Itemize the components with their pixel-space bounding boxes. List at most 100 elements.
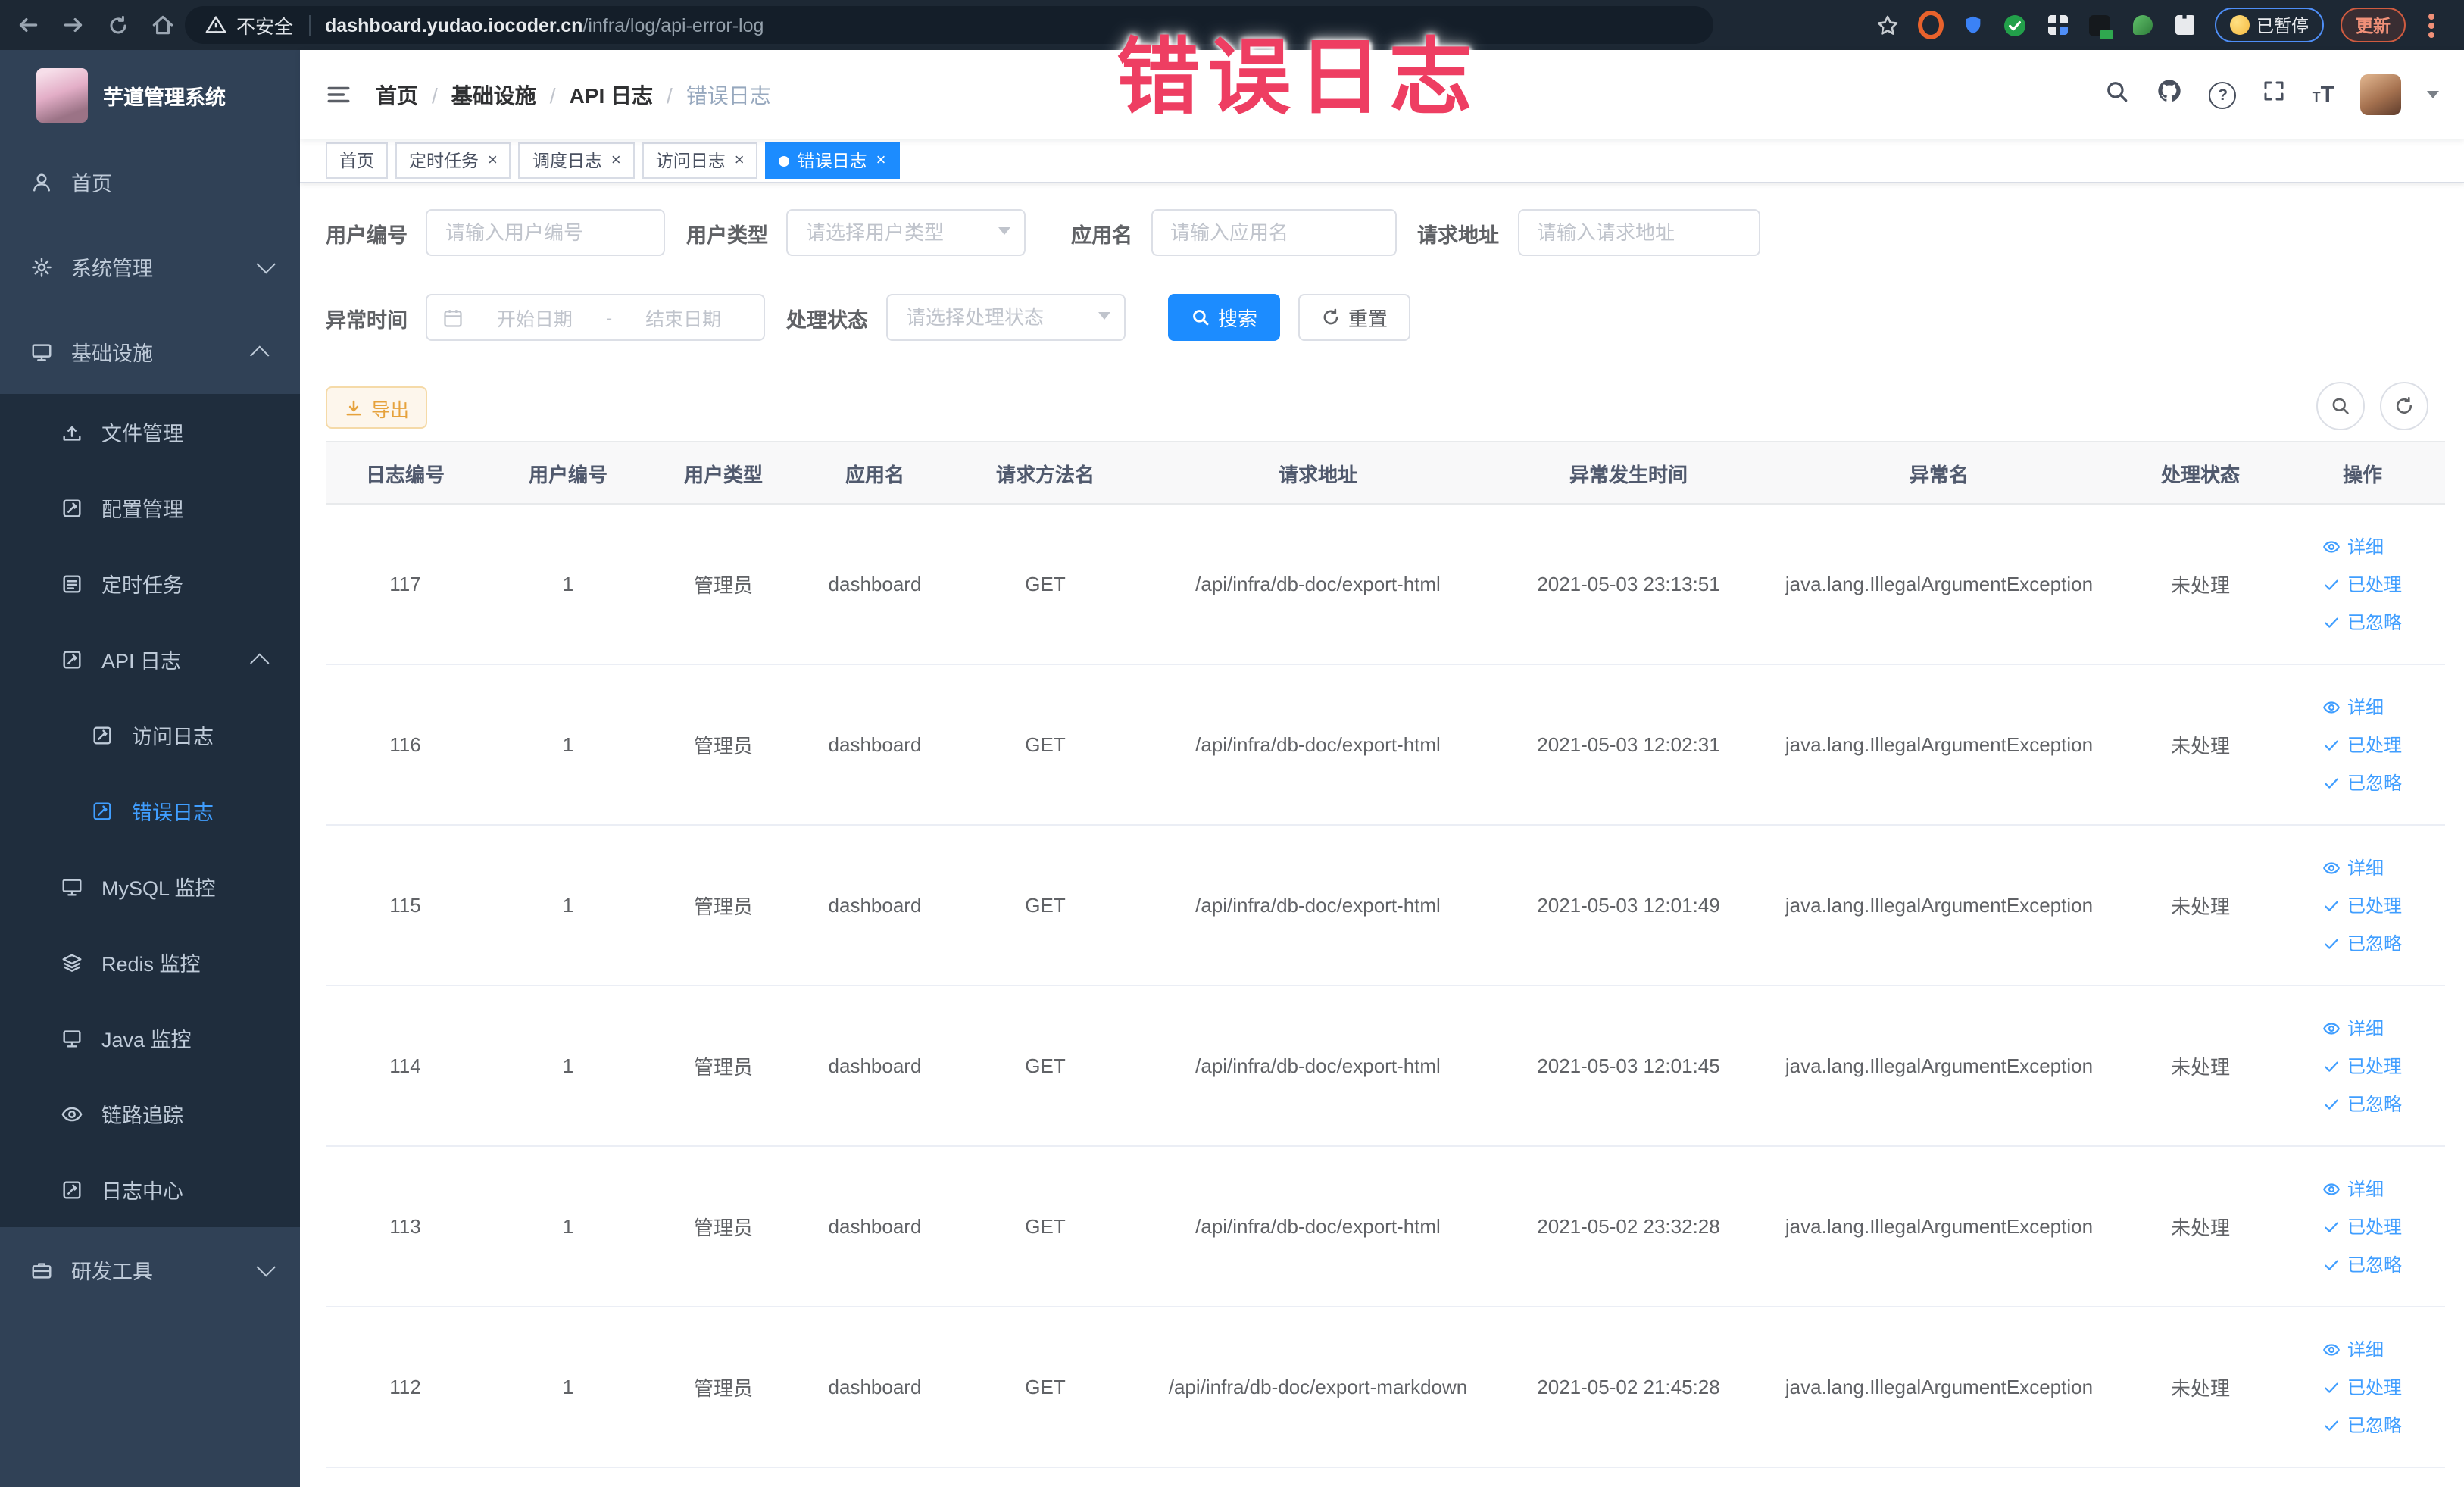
app-logo[interactable]: 芋道管理系统 [0,50,300,139]
row-action-processed[interactable]: 已处理 [2323,892,2402,918]
extensions-puzzle-icon[interactable] [2172,12,2197,38]
sidebar-item-job[interactable]: 定时任务 [0,545,300,621]
extension-on-icon[interactable] [2087,12,2113,39]
app-name-input[interactable] [1151,209,1396,256]
calendar-icon [442,307,464,328]
extension-check-icon[interactable] [2002,12,2028,38]
browser-menu-icon[interactable] [2428,22,2434,28]
update-button[interactable]: 更新 [2341,8,2406,42]
user-id-cell: 1 [485,664,651,826]
reload-icon[interactable] [106,13,130,37]
row-action-processed[interactable]: 已处理 [2323,1214,2402,1239]
row-action-detail[interactable]: 详细 [2323,533,2384,559]
sidebar-item-trace[interactable]: 链路追踪 [0,1076,300,1151]
tab-调度日志[interactable]: 调度日志 × [518,142,635,179]
tab-首页[interactable]: 首页 [326,142,388,179]
extension-grid-icon[interactable] [2044,12,2070,38]
font-size-icon[interactable]: TT [2313,83,2334,106]
sidebar-item-mysql[interactable]: MySQL 监控 [0,848,300,924]
close-icon[interactable]: × [876,152,886,169]
help-icon[interactable]: ? [2209,81,2237,108]
sidebar-item-system[interactable]: 系统管理 [0,224,300,309]
breadcrumb-item[interactable]: 基础设施 [451,80,536,110]
row-action-detail[interactable]: 详细 [2323,1176,2384,1201]
sidebar-item-error-log[interactable]: 错误日志 [0,773,300,848]
end-date-placeholder: 结束日期 [645,309,722,330]
search-toggle-button[interactable] [2316,382,2365,430]
export-button[interactable]: 导出 [326,386,428,429]
actions-cell: 详细 已处理 已忽略 [2280,1146,2445,1307]
tab-访问日志[interactable]: 访问日志 × [642,142,758,179]
sidebar-item-file[interactable]: 文件管理 [0,394,300,470]
user-type-cell: 管理员 [651,986,795,1147]
tags-view: 首页 定时任务 × 调度日志 × 访问日志 × 错误日志 × [300,139,2464,183]
user-type-select[interactable] [786,209,1026,256]
sidebar-item-access-log[interactable]: 访问日志 [0,697,300,773]
sidebar-item-label: Redis 监控 [101,953,201,976]
row-action-ignored[interactable]: 已忽略 [2323,770,2402,795]
sidebar-item-config[interactable]: 配置管理 [0,470,300,545]
close-icon[interactable]: × [488,152,498,169]
request-url-input[interactable] [1517,209,1760,256]
user-id-input[interactable] [426,209,665,256]
extension-plant-icon[interactable] [2129,12,2155,38]
sidebar-item-label: 访问日志 [132,726,214,748]
row-action-ignored[interactable]: 已忽略 [2323,609,2402,635]
sidebar-item-log-center[interactable]: 日志中心 [0,1151,300,1227]
close-icon[interactable]: × [611,152,621,169]
row-action-detail[interactable]: 详细 [2323,1336,2384,1362]
row-action-processed[interactable]: 已处理 [2323,571,2402,597]
sidebar-item-redis[interactable]: Redis 监控 [0,924,300,1000]
refresh-button[interactable] [2380,382,2428,430]
avatar[interactable] [2360,74,2401,115]
row-action-detail[interactable]: 详细 [2323,1015,2384,1041]
chevron-down-icon [256,254,276,273]
sidebar-item-java[interactable]: Java 监控 [0,1000,300,1076]
search-button[interactable]: 搜索 [1168,294,1281,341]
breadcrumb-item[interactable]: 首页 [376,80,418,110]
bookmark-star-icon[interactable] [1875,12,1900,38]
sidebar-item-api-log[interactable]: API 日志 [0,621,300,697]
row-action-processed[interactable]: 已处理 [2323,732,2402,758]
user-id-cell: 1 [485,825,651,986]
close-icon[interactable]: × [735,152,745,169]
forward-icon[interactable] [61,12,86,38]
chevron-down-icon[interactable] [2427,91,2439,98]
reset-button[interactable]: 重置 [1298,294,1411,341]
tab-定时任务[interactable]: 定时任务 × [395,142,511,179]
fullscreen-icon[interactable] [2263,79,2287,111]
exception-cell: java.lang.IllegalArgumentException [1757,1146,2121,1307]
row-action-detail[interactable]: 详细 [2323,854,2384,880]
extension-orange-icon[interactable] [1917,11,1943,39]
time-cell: 2021-05-03 12:02:31 [1500,664,1757,826]
home-icon[interactable] [150,12,176,38]
row-action-detail[interactable]: 详细 [2323,694,2384,720]
search-icon[interactable] [2105,78,2131,111]
sidebar-item-devtools[interactable]: 研发工具 [0,1227,300,1312]
github-icon[interactable] [2156,77,2184,112]
row-action-ignored[interactable]: 已忽略 [2323,930,2402,956]
method-cell: GET [954,504,1136,665]
row-action-ignored[interactable]: 已忽略 [2323,1091,2402,1117]
date-range-picker[interactable]: 开始日期 - 结束日期 [426,294,765,341]
sidebar-item-infra[interactable]: 基础设施 [0,309,300,394]
log-id-cell: 117 [326,504,485,665]
security-label[interactable]: 不安全 [236,11,293,39]
column-header: 异常名 [1757,441,2121,505]
actions-cell: 详细 已处理 已忽略 [2280,1307,2445,1468]
extension-shield-icon[interactable] [1960,12,1985,38]
breadcrumb-item[interactable]: API 日志 [570,80,653,110]
sidebar-item-label: 错误日志 [132,801,214,824]
hamburger-icon[interactable] [326,82,351,108]
row-action-processed[interactable]: 已处理 [2323,1374,2402,1400]
back-icon[interactable] [15,12,41,38]
method-cell: GET [954,1146,1136,1307]
row-action-processed[interactable]: 已处理 [2323,1053,2402,1079]
process-status-select[interactable] [886,294,1126,341]
row-action-ignored[interactable]: 已忽略 [2323,1412,2402,1438]
tab-错误日志[interactable]: 错误日志 × [765,142,900,179]
address-bar[interactable]: 不安全 dashboard.yudao.iocoder.cn/infra/log… [185,6,1713,44]
profile-paused-chip[interactable]: 已暂停 [2214,8,2324,42]
sidebar-item-home[interactable]: 首页 [0,139,300,224]
row-action-ignored[interactable]: 已忽略 [2323,1251,2402,1277]
